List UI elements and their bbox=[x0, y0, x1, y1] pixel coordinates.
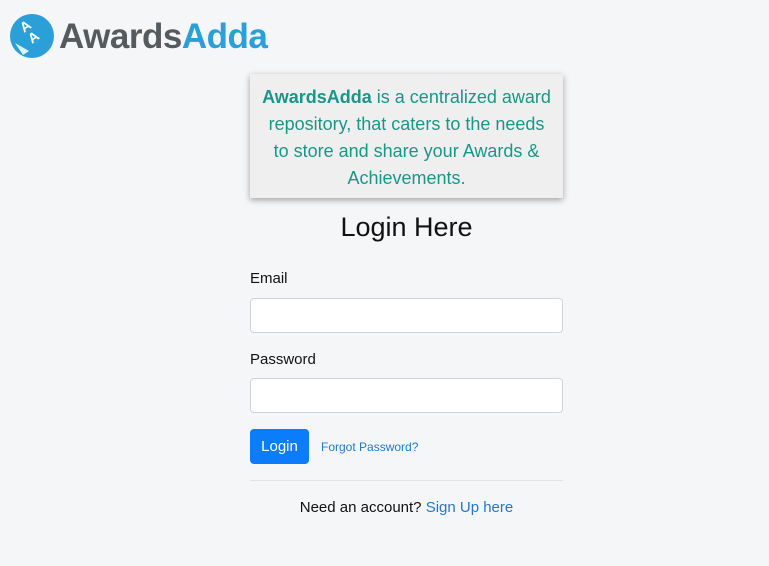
awardsadda-logo-icon: A A bbox=[10, 14, 54, 58]
intro-brand-name: AwardsAdda bbox=[262, 87, 372, 107]
password-field[interactable] bbox=[250, 378, 563, 413]
signup-link[interactable]: Sign Up here bbox=[426, 499, 514, 516]
signup-prompt: Need an account? bbox=[299, 499, 426, 516]
brand-logo[interactable]: A A AwardsAdda bbox=[9, 13, 268, 59]
brand-wordmark: AwardsAdda bbox=[59, 16, 268, 56]
signup-line: Need an account? Sign Up here bbox=[250, 499, 563, 516]
email-label: Email bbox=[250, 270, 288, 287]
brand-name-part1: Awards bbox=[59, 16, 182, 56]
page-title: Login Here bbox=[340, 212, 473, 242]
password-label: Password bbox=[250, 351, 316, 368]
login-button[interactable]: Login bbox=[250, 429, 309, 464]
divider bbox=[250, 480, 563, 481]
email-field[interactable] bbox=[250, 298, 563, 333]
forgot-password-link[interactable]: Forgot Password? bbox=[321, 440, 418, 454]
intro-card: AwardsAdda is a centralized award reposi… bbox=[250, 74, 563, 198]
brand-name-part2: Adda bbox=[181, 16, 268, 56]
